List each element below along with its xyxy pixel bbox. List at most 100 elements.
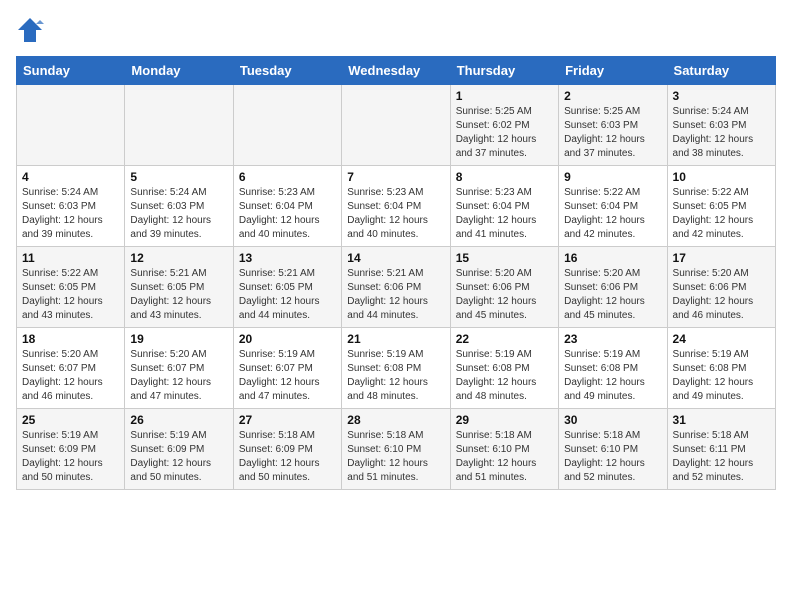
day-number: 23: [564, 332, 661, 346]
calendar-cell: 31 Sunrise: 5:18 AM Sunset: 6:11 PM Dayli…: [667, 409, 775, 490]
day-number: 7: [347, 170, 444, 184]
header-sunday: Sunday: [17, 57, 125, 85]
day-number: 1: [456, 89, 553, 103]
day-info: Sunrise: 5:20 AM Sunset: 6:07 PM Dayligh…: [130, 348, 227, 404]
calendar-cell: [17, 85, 125, 166]
calendar-cell: 4 Sunrise: 5:24 AM Sunset: 6:03 PM Daylig…: [17, 166, 125, 247]
day-number: 6: [239, 170, 336, 184]
day-info: Sunrise: 5:18 AM Sunset: 6:10 PM Dayligh…: [456, 429, 553, 485]
calendar-cell: [233, 85, 341, 166]
day-number: 2: [564, 89, 661, 103]
calendar-cell: [342, 85, 450, 166]
day-number: 3: [673, 89, 770, 103]
calendar-row: 1 Sunrise: 5:25 AM Sunset: 6:02 PM Daylig…: [17, 85, 776, 166]
day-info: Sunrise: 5:19 AM Sunset: 6:08 PM Dayligh…: [564, 348, 661, 404]
day-info: Sunrise: 5:19 AM Sunset: 6:09 PM Dayligh…: [22, 429, 119, 485]
day-info: Sunrise: 5:25 AM Sunset: 6:03 PM Dayligh…: [564, 105, 661, 161]
day-number: 26: [130, 413, 227, 427]
day-number: 5: [130, 170, 227, 184]
day-info: Sunrise: 5:22 AM Sunset: 6:05 PM Dayligh…: [22, 267, 119, 323]
day-info: Sunrise: 5:18 AM Sunset: 6:10 PM Dayligh…: [347, 429, 444, 485]
header-row: SundayMondayTuesdayWednesdayThursdayFrid…: [17, 57, 776, 85]
day-number: 9: [564, 170, 661, 184]
calendar-cell: 10Sunrise: 5:22 AM Sunset: 6:05 PM Dayli…: [667, 166, 775, 247]
calendar-cell: 28 Sunrise: 5:18 AM Sunset: 6:10 PM Dayli…: [342, 409, 450, 490]
calendar-cell: 12Sunrise: 5:21 AM Sunset: 6:05 PM Dayli…: [125, 247, 233, 328]
day-info: Sunrise: 5:21 AM Sunset: 6:05 PM Dayligh…: [239, 267, 336, 323]
calendar-cell: 24 Sunrise: 5:19 AM Sunset: 6:08 PM Dayli…: [667, 328, 775, 409]
calendar-cell: 6Sunrise: 5:23 AM Sunset: 6:04 PM Daylig…: [233, 166, 341, 247]
calendar-body: 1 Sunrise: 5:25 AM Sunset: 6:02 PM Daylig…: [17, 85, 776, 490]
day-number: 22: [456, 332, 553, 346]
calendar-cell: 21 Sunrise: 5:19 AM Sunset: 6:08 PM Dayli…: [342, 328, 450, 409]
calendar-cell: 13 Sunrise: 5:21 AM Sunset: 6:05 PM Dayli…: [233, 247, 341, 328]
day-number: 4: [22, 170, 119, 184]
header-saturday: Saturday: [667, 57, 775, 85]
day-number: 20: [239, 332, 336, 346]
calendar-cell: 17Sunrise: 5:20 AM Sunset: 6:06 PM Dayli…: [667, 247, 775, 328]
page-header: [16, 16, 776, 44]
calendar-cell: 9 Sunrise: 5:22 AM Sunset: 6:04 PM Daylig…: [559, 166, 667, 247]
calendar-cell: 30Sunrise: 5:18 AM Sunset: 6:10 PM Dayli…: [559, 409, 667, 490]
day-info: Sunrise: 5:18 AM Sunset: 6:09 PM Dayligh…: [239, 429, 336, 485]
day-info: Sunrise: 5:24 AM Sunset: 6:03 PM Dayligh…: [130, 186, 227, 242]
day-number: 31: [673, 413, 770, 427]
day-number: 24: [673, 332, 770, 346]
day-info: Sunrise: 5:19 AM Sunset: 6:08 PM Dayligh…: [673, 348, 770, 404]
day-number: 16: [564, 251, 661, 265]
calendar-cell: 1 Sunrise: 5:25 AM Sunset: 6:02 PM Daylig…: [450, 85, 558, 166]
day-info: Sunrise: 5:20 AM Sunset: 6:06 PM Dayligh…: [564, 267, 661, 323]
day-info: Sunrise: 5:20 AM Sunset: 6:07 PM Dayligh…: [22, 348, 119, 404]
day-number: 15: [456, 251, 553, 265]
day-info: Sunrise: 5:24 AM Sunset: 6:03 PM Dayligh…: [22, 186, 119, 242]
calendar-cell: 18 Sunrise: 5:20 AM Sunset: 6:07 PM Dayli…: [17, 328, 125, 409]
day-info: Sunrise: 5:23 AM Sunset: 6:04 PM Dayligh…: [347, 186, 444, 242]
header-thursday: Thursday: [450, 57, 558, 85]
calendar-row: 18 Sunrise: 5:20 AM Sunset: 6:07 PM Dayli…: [17, 328, 776, 409]
day-info: Sunrise: 5:21 AM Sunset: 6:06 PM Dayligh…: [347, 267, 444, 323]
logo: [16, 16, 48, 44]
calendar-cell: 20 Sunrise: 5:19 AM Sunset: 6:07 PM Dayli…: [233, 328, 341, 409]
day-info: Sunrise: 5:20 AM Sunset: 6:06 PM Dayligh…: [456, 267, 553, 323]
calendar-cell: 16 Sunrise: 5:20 AM Sunset: 6:06 PM Dayli…: [559, 247, 667, 328]
day-number: 10: [673, 170, 770, 184]
calendar-cell: 5 Sunrise: 5:24 AM Sunset: 6:03 PM Daylig…: [125, 166, 233, 247]
calendar-row: 4 Sunrise: 5:24 AM Sunset: 6:03 PM Daylig…: [17, 166, 776, 247]
header-friday: Friday: [559, 57, 667, 85]
day-info: Sunrise: 5:24 AM Sunset: 6:03 PM Dayligh…: [673, 105, 770, 161]
calendar-cell: 14Sunrise: 5:21 AM Sunset: 6:06 PM Dayli…: [342, 247, 450, 328]
day-number: 12: [130, 251, 227, 265]
day-info: Sunrise: 5:19 AM Sunset: 6:07 PM Dayligh…: [239, 348, 336, 404]
calendar-header: SundayMondayTuesdayWednesdayThursdayFrid…: [17, 57, 776, 85]
day-info: Sunrise: 5:20 AM Sunset: 6:06 PM Dayligh…: [673, 267, 770, 323]
calendar-cell: 22 Sunrise: 5:19 AM Sunset: 6:08 PM Dayli…: [450, 328, 558, 409]
header-monday: Monday: [125, 57, 233, 85]
day-info: Sunrise: 5:23 AM Sunset: 6:04 PM Dayligh…: [456, 186, 553, 242]
day-number: 11: [22, 251, 119, 265]
calendar-cell: 2 Sunrise: 5:25 AM Sunset: 6:03 PM Daylig…: [559, 85, 667, 166]
day-info: Sunrise: 5:19 AM Sunset: 6:08 PM Dayligh…: [347, 348, 444, 404]
day-number: 30: [564, 413, 661, 427]
day-info: Sunrise: 5:18 AM Sunset: 6:11 PM Dayligh…: [673, 429, 770, 485]
calendar-cell: 25Sunrise: 5:19 AM Sunset: 6:09 PM Dayli…: [17, 409, 125, 490]
header-tuesday: Tuesday: [233, 57, 341, 85]
calendar-cell: 19 Sunrise: 5:20 AM Sunset: 6:07 PM Dayli…: [125, 328, 233, 409]
day-info: Sunrise: 5:19 AM Sunset: 6:09 PM Dayligh…: [130, 429, 227, 485]
day-number: 21: [347, 332, 444, 346]
calendar-cell: 23 Sunrise: 5:19 AM Sunset: 6:08 PM Dayli…: [559, 328, 667, 409]
day-number: 28: [347, 413, 444, 427]
calendar-cell: 7 Sunrise: 5:23 AM Sunset: 6:04 PM Daylig…: [342, 166, 450, 247]
day-number: 29: [456, 413, 553, 427]
day-info: Sunrise: 5:22 AM Sunset: 6:04 PM Dayligh…: [564, 186, 661, 242]
day-number: 19: [130, 332, 227, 346]
calendar-cell: 29 Sunrise: 5:18 AM Sunset: 6:10 PM Dayli…: [450, 409, 558, 490]
day-info: Sunrise: 5:25 AM Sunset: 6:02 PM Dayligh…: [456, 105, 553, 161]
calendar-cell: 3 Sunrise: 5:24 AM Sunset: 6:03 PM Daylig…: [667, 85, 775, 166]
calendar-cell: 26 Sunrise: 5:19 AM Sunset: 6:09 PM Dayli…: [125, 409, 233, 490]
day-number: 27: [239, 413, 336, 427]
day-number: 18: [22, 332, 119, 346]
day-number: 13: [239, 251, 336, 265]
day-info: Sunrise: 5:19 AM Sunset: 6:08 PM Dayligh…: [456, 348, 553, 404]
calendar-cell: [125, 85, 233, 166]
calendar-cell: 8Sunrise: 5:23 AM Sunset: 6:04 PM Daylig…: [450, 166, 558, 247]
